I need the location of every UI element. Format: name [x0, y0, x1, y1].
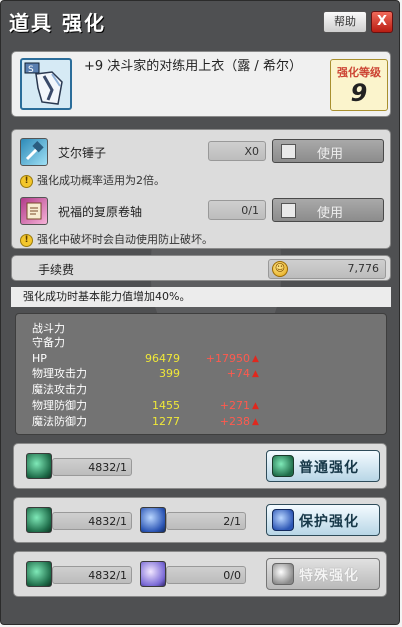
purple-stone-icon [140, 561, 166, 587]
material-row-scroll: 祝福的复原卷轴 0/1 使用 ! 强化中破坏时会自动使用防止破坏。 [18, 193, 386, 249]
material-note-text: 强化中破坏时会自动使用防止破坏。 [37, 233, 213, 246]
green-stone-icon [26, 561, 52, 587]
stat-label: 战斗力 [32, 322, 65, 335]
help-button[interactable]: 帮助 [323, 11, 367, 33]
stat-increase: +238 [219, 415, 250, 428]
hammer-icon [20, 138, 48, 166]
material-count: 0/1 [208, 200, 266, 220]
stat-label: 守备力 [32, 336, 65, 349]
stats-panel: 战斗力 守备力 HP 96479 +17950 ▲ 物理攻击力 399 +74 … [15, 313, 387, 435]
window-title: 道具 强化 [9, 11, 106, 35]
special-enhance-row: 4832/1 0/0 特殊强化 [13, 551, 387, 597]
info-icon: ! [20, 174, 33, 188]
blue-stone-icon [140, 507, 166, 533]
fee-panel: 手续费 ☺ 7,776 [11, 255, 391, 281]
close-icon: X [376, 14, 388, 29]
fee-box: ☺ 7,776 [268, 259, 386, 279]
fee-value: 7,776 [347, 262, 380, 275]
special-enhance-button[interactable]: 特殊强化 [266, 558, 380, 590]
stone-amount: 4832/1 [52, 512, 132, 530]
stat-label: 魔法防御力 [32, 415, 87, 428]
protect-stone-amount: 2/1 [166, 512, 246, 530]
increase-arrow-icon: ▲ [252, 354, 259, 364]
normal-enhance-button[interactable]: 普通强化 [266, 450, 380, 482]
stat-row: 物理防御力 1455 +271 ▲ [32, 399, 372, 413]
armor-item-icon[interactable]: S [20, 58, 72, 110]
normal-enhance-label: 普通强化 [299, 460, 359, 476]
svg-text:S: S [28, 65, 34, 75]
gold-coin-icon: ☺ [272, 261, 288, 277]
stat-row: 魔法攻击力 [32, 383, 372, 397]
use-scroll-button[interactable]: 使用 [272, 198, 384, 222]
stone-amount: 4832/1 [52, 458, 132, 476]
white-stone-icon [272, 563, 294, 585]
material-note: ! 强化成功概率适用为2倍。 [20, 172, 165, 188]
use-hammer-checkbox[interactable] [281, 144, 296, 159]
materials-panel: 艾尔锤子 X0 使用 ! 强化成功概率适用为2倍。 祝福的复原卷轴 0/1 使用 [11, 129, 391, 249]
blue-stone-icon [272, 509, 294, 531]
item-panel: S +9 决斗家的对练用上衣（露 / 希尔） 强化等级 9 [11, 51, 391, 117]
use-scroll-checkbox[interactable] [281, 203, 296, 218]
stat-value: 96479 [145, 352, 180, 365]
stat-value: 399 [159, 367, 180, 380]
stat-value: 1455 [152, 399, 180, 412]
use-button-label: 使用 [317, 206, 344, 221]
material-name: 艾尔锤子 [58, 146, 107, 160]
material-row-hammer: 艾尔锤子 X0 使用 ! 强化成功概率适用为2倍。 [18, 134, 386, 190]
enhance-description: 强化成功时基本能力值增加40%。 [11, 287, 391, 307]
use-hammer-button[interactable]: 使用 [272, 139, 384, 163]
use-button-label: 使用 [317, 147, 344, 162]
stat-label: HP [32, 352, 47, 365]
material-note-text: 强化成功概率适用为2倍。 [37, 174, 165, 187]
stat-row: HP 96479 +17950 ▲ [32, 352, 372, 366]
enhance-level-value: 9 [350, 79, 368, 107]
fee-label: 手续费 [38, 263, 75, 277]
stone-amount: 4832/1 [52, 566, 132, 584]
stat-label: 物理攻击力 [32, 367, 87, 380]
increase-arrow-icon: ▲ [252, 369, 259, 379]
stat-increase: +271 [219, 399, 250, 412]
stat-increase: +74 [226, 367, 250, 380]
close-button[interactable]: X [371, 11, 393, 33]
item-name: +9 决斗家的对练用上衣（露 / 希尔） [84, 59, 302, 74]
material-note: ! 强化中破坏时会自动使用防止破坏。 [20, 231, 213, 247]
enhance-window: 道具 强化 帮助 X S +9 决斗家的对练用上衣（露 / 希尔） 强化等级 9 [0, 0, 400, 625]
protect-enhance-label: 保护强化 [299, 514, 359, 530]
stat-row: 守备力 [32, 336, 372, 350]
enhance-level-box: 强化等级 9 [330, 59, 388, 111]
stat-label: 魔法攻击力 [32, 383, 87, 396]
protect-enhance-button[interactable]: 保护强化 [266, 504, 380, 536]
normal-enhance-row: 4832/1 普通强化 [13, 443, 387, 489]
special-enhance-label: 特殊强化 [299, 568, 359, 584]
stat-row: 战斗力 [32, 322, 372, 336]
stat-row: 魔法防御力 1277 +238 ▲ [32, 415, 372, 429]
stat-label: 物理防御力 [32, 399, 87, 412]
info-icon: ! [20, 233, 33, 247]
stat-increase: +17950 [205, 352, 250, 365]
green-stone-icon [26, 453, 52, 479]
special-stone-amount: 0/0 [166, 566, 246, 584]
green-stone-icon [26, 507, 52, 533]
material-count: X0 [208, 141, 266, 161]
increase-arrow-icon: ▲ [252, 401, 259, 411]
increase-arrow-icon: ▲ [252, 417, 259, 427]
stat-value: 1277 [152, 415, 180, 428]
protect-enhance-row: 4832/1 2/1 保护强化 [13, 497, 387, 543]
green-stone-icon [272, 455, 294, 477]
material-name: 祝福的复原卷轴 [58, 205, 143, 219]
scroll-icon [20, 197, 48, 225]
enhance-level-label: 强化等级 [337, 66, 381, 79]
stat-row: 物理攻击力 399 +74 ▲ [32, 367, 372, 381]
